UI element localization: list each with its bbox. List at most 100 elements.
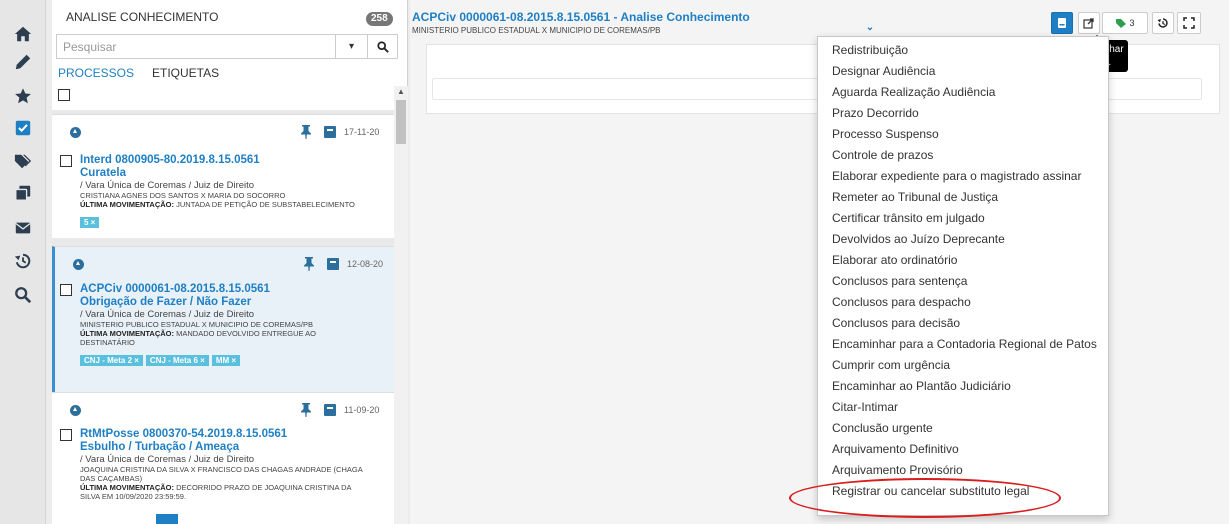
list-item-selected[interactable]: 12-08-20 ACPCiv 0000061-08.2015.8.15.056… xyxy=(52,246,394,394)
share-icon xyxy=(1083,18,1094,29)
menu-item[interactable]: Elaborar ato ordinatório xyxy=(818,250,1108,271)
arrow-up-circle-icon[interactable] xyxy=(73,259,84,270)
search-dropdown-button[interactable]: ▾ xyxy=(335,35,367,58)
menu-item[interactable]: Arquivamento Definitivo xyxy=(818,439,1108,460)
card-body: ACPCiv 0000061-08.2015.8.15.0561 Obrigaç… xyxy=(80,283,390,366)
process-parties: JOAQUINA CRISTINA DA SILVA X FRANCISCO D… xyxy=(80,465,363,483)
arrow-up-circle-icon[interactable] xyxy=(70,127,81,138)
tag-chip[interactable]: 5 × xyxy=(80,217,100,228)
card-date: 11-09-20 xyxy=(344,405,380,415)
document-icon xyxy=(1058,18,1066,28)
search-icon[interactable] xyxy=(0,279,46,311)
menu-item[interactable]: Certificar trânsito em julgado xyxy=(818,208,1108,229)
tag-count: 3 xyxy=(1129,18,1135,28)
fullscreen-button[interactable] xyxy=(1177,12,1201,34)
menu-item[interactable]: Processo Suspenso xyxy=(818,124,1108,145)
menu-item[interactable]: Conclusos para sentença xyxy=(818,271,1108,292)
menu-item[interactable]: Conclusos para despacho xyxy=(818,292,1108,313)
chevron-down-icon[interactable]: ⌄ xyxy=(862,22,878,34)
scroll-up-arrow-icon[interactable]: ▲ xyxy=(394,86,408,98)
tab-processos[interactable]: PROCESSOS xyxy=(58,66,134,80)
icon-rail xyxy=(0,0,46,524)
process-class: Obrigação de Fazer / Não Fazer xyxy=(80,296,252,308)
select-all-checkbox[interactable] xyxy=(58,89,70,101)
scrollbar-thumb[interactable] xyxy=(396,100,406,144)
menu-item[interactable]: Citar-Intimar xyxy=(818,397,1108,418)
search-button[interactable] xyxy=(367,35,397,58)
last-movement: ÚLTIMA MOVIMENTAÇÃO: JUNTADA DE PETIÇÃO … xyxy=(80,200,390,209)
last-movement: ÚLTIMA MOVIMENTAÇÃO: MANDADO DEVOLVIDO E… xyxy=(80,329,350,347)
expand-icon xyxy=(1183,17,1195,29)
process-number-link[interactable]: RtMtPosse 0800370-54.2019.8.15.0561 xyxy=(80,428,390,441)
menu-item[interactable]: Conclusos para decisão xyxy=(818,313,1108,334)
process-class: Curatela xyxy=(80,167,127,179)
tag-chip[interactable]: CNJ - Meta 6 × xyxy=(145,355,209,366)
pin-icon[interactable] xyxy=(303,257,315,271)
check-square-icon[interactable] xyxy=(0,112,46,144)
menu-item[interactable]: Devolvidos ao Juízo Deprecante xyxy=(818,229,1108,250)
book-icon[interactable] xyxy=(324,404,336,416)
document-button[interactable] xyxy=(1051,12,1073,34)
card-date: 12-08-20 xyxy=(347,259,384,269)
tags-button[interactable]: 3 xyxy=(1102,12,1148,34)
book-icon[interactable] xyxy=(327,258,339,270)
last-movement-label: ÚLTIMA MOVIMENTAÇÃO: xyxy=(80,329,175,338)
star-icon[interactable] xyxy=(0,80,46,112)
menu-item[interactable]: Prazo Decorrido xyxy=(818,103,1108,124)
tab-etiquetas[interactable]: ETIQUETAS xyxy=(152,66,219,80)
tag-icon xyxy=(1116,19,1127,28)
menu-item[interactable]: Aguarda Realização Audiência xyxy=(818,82,1108,103)
last-movement-label: ÚLTIMA MOVIMENTAÇÃO: xyxy=(80,200,175,209)
highlight-annotation xyxy=(789,478,1061,518)
list-title: ANALISE CONHECIMENTO xyxy=(66,10,219,24)
process-court: / Vara Única de Coremas / Juiz de Direit… xyxy=(80,309,255,320)
menu-item[interactable]: Remeter ao Tribunal de Justiça xyxy=(818,187,1108,208)
menu-item[interactable]: Cumprir com urgência xyxy=(818,355,1108,376)
tag-chip[interactable]: CNJ - Meta 2 × xyxy=(80,355,143,366)
list-item[interactable]: 11-09-20 RtMtPosse 0800370-54.2019.8.15.… xyxy=(52,392,394,524)
history-button[interactable] xyxy=(1152,12,1174,34)
menu-item[interactable]: Encaminhar ao Plantão Judiciário xyxy=(818,376,1108,397)
count-badge: 258 xyxy=(366,12,393,26)
card-checkbox[interactable] xyxy=(60,155,72,167)
list-item[interactable]: 17-11-20 Interd 0800905-80.2019.8.15.056… xyxy=(52,114,394,238)
forward-button[interactable] xyxy=(1078,12,1100,34)
tag-list: 5 × xyxy=(80,212,390,228)
menu-item[interactable]: Redistribuição xyxy=(818,40,1108,61)
menu-item[interactable]: Encaminhar para a Contadoria Regional de… xyxy=(818,334,1108,355)
process-parties-subtitle: MINISTERIO PUBLICO ESTADUAL X MUNICIPIO … xyxy=(412,26,661,35)
menu-item[interactable]: Designar Audiência xyxy=(818,61,1108,82)
pagination-current-page[interactable] xyxy=(156,514,178,524)
process-number-link[interactable]: ACPCiv 0000061-08.2015.8.15.0561 xyxy=(80,283,390,296)
process-parties: CRISTIANA AGNES DOS SANTOS X MARIA DO SO… xyxy=(80,191,286,200)
last-movement: ÚLTIMA MOVIMENTAÇÃO: DECORRIDO PRAZO DE … xyxy=(80,483,370,501)
pin-icon[interactable] xyxy=(300,125,312,139)
list-header: ANALISE CONHECIMENTO 258 xyxy=(52,0,408,34)
process-court: / Vara Única de Coremas / Juiz de Direit… xyxy=(80,180,255,191)
menu-item[interactable]: Controle de prazos xyxy=(818,145,1108,166)
process-parties: MINISTERIO PUBLICO ESTADUAL X MUNICIPIO … xyxy=(80,320,313,329)
history-icon[interactable] xyxy=(0,245,46,277)
search-bar: ▾ xyxy=(56,34,398,59)
pin-icon[interactable] xyxy=(300,403,312,417)
process-number-link[interactable]: Interd 0800905-80.2019.8.15.0561 xyxy=(80,154,390,167)
list-tabs: PROCESSOS ETIQUETAS xyxy=(56,66,398,84)
card-checkbox[interactable] xyxy=(60,429,72,441)
clone-icon[interactable] xyxy=(0,177,46,209)
list-scrollbar[interactable]: ▲ xyxy=(394,86,408,524)
caret-down-icon: ▾ xyxy=(348,41,355,52)
envelope-icon[interactable] xyxy=(0,212,46,244)
tag-chip[interactable]: MM × xyxy=(211,355,241,366)
menu-item[interactable]: Elaborar expediente para o magistrado as… xyxy=(818,166,1108,187)
card-body: RtMtPosse 0800370-54.2019.8.15.0561 Esbu… xyxy=(80,428,390,501)
card-toolbar: 11-09-20 xyxy=(52,393,394,427)
search-input[interactable] xyxy=(57,35,335,58)
menu-item[interactable]: Conclusão urgente xyxy=(818,418,1108,439)
arrow-up-circle-icon[interactable] xyxy=(70,405,81,416)
process-list-panel: ANALISE CONHECIMENTO 258 ▾ PROCESSOS ETI… xyxy=(52,0,408,524)
tags-icon[interactable] xyxy=(0,145,46,177)
forward-dropdown-menu: Redistribuição Designar Audiência Aguarda … xyxy=(817,36,1109,516)
card-checkbox[interactable] xyxy=(60,284,72,296)
book-icon[interactable] xyxy=(324,126,336,138)
pencil-icon[interactable] xyxy=(0,46,46,78)
